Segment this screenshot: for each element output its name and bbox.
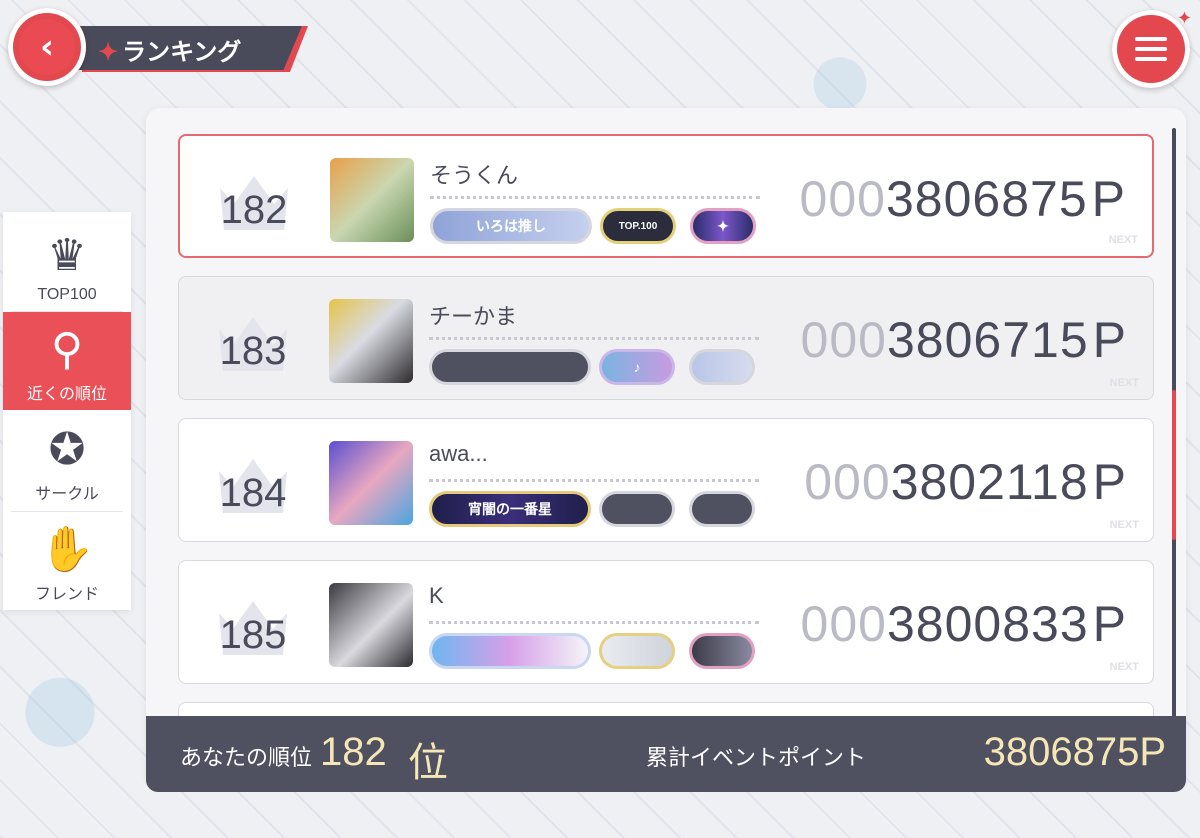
score: 0003802118P [804,454,1127,510]
next-watermark: NEXT [1109,519,1139,531]
next-watermark: NEXT [1109,377,1139,389]
star-badge: ✦ [690,208,756,244]
divider [429,479,759,482]
rank-number: 183 [219,329,287,373]
handshake-icon: ✋ [39,525,95,574]
character-badge [599,633,675,669]
rank-number: 185 [219,613,287,657]
sidebar-item-label: フレンド [34,586,99,603]
page-title-label: ランキング [122,39,242,66]
avatar[interactable] [330,158,414,242]
back-arrow-icon: ‹ [19,19,75,75]
ranking-row[interactable]: 183 チーかま ♪ 0003806715P NEXT [178,276,1154,400]
avatar[interactable] [329,299,413,383]
event-points-label: 累計イベントポイント [646,745,867,770]
next-watermark: NEXT [1108,234,1138,246]
divider [429,621,759,624]
rank-number: 184 [219,471,287,515]
sidebar-item-label: 近くの順位 [26,386,107,403]
ranking-row[interactable]: 182 そうくん いろは推し TOP.100 ✦ 0003806875P NEX… [178,134,1154,258]
sidebar-item-nearby[interactable]: ⚲ 近くの順位 [3,312,131,410]
my-rank-label: あなたの順位 [180,745,313,770]
list-menu-icon [1135,37,1167,61]
title-badge: いろは推し [430,208,592,244]
crown-icon: ♛ [47,231,87,280]
nearby-ranking-icon: ⚲ [50,325,84,374]
top100-badge: TOP.100 [600,208,676,244]
empty-badge [599,491,675,527]
next-watermark: NEXT [1109,661,1139,673]
avatar[interactable] [329,583,413,667]
player-name: awa... [429,441,488,466]
music-badge: ♪ [599,349,675,385]
character-badge [689,349,755,385]
rank-number: 182 [220,188,288,232]
back-button[interactable]: ‹ [8,8,86,86]
score: 0003800833P [800,596,1127,652]
badge-label: 宵闇の一番星 [468,501,552,517]
empty-badge [689,491,755,527]
title-star-icon: ✦ [98,39,119,66]
ranking-row[interactable]: 184 awa... 宵闇の一番星 0003802118P NEXT [178,418,1154,542]
menu-button[interactable]: ✦ [1112,8,1192,88]
sidebar-item-circle[interactable]: ✪ サークル [3,412,131,510]
sidebar: ♛ TOP100 ⚲ 近くの順位 ✪ サークル ✋ フレンド [3,212,131,610]
circle-emblem-icon: ✪ [48,425,86,474]
sidebar-item-label: TOP100 [37,286,97,303]
notification-star-icon: ✦ [1176,8,1192,29]
score: 0003806875P [799,171,1126,227]
character-badge [689,633,755,669]
player-name: そうくん [430,163,519,188]
ranking-row[interactable]: 185 K 0003800833P NEXT [178,560,1154,684]
scrollbar-thumb[interactable] [1172,390,1176,540]
player-name: チーかま [429,304,518,329]
divider [429,337,759,340]
score: 0003806715P [800,312,1127,368]
title-badge [429,633,591,669]
ranking-panel: 182 そうくん いろは推し TOP.100 ✦ 0003806875P NEX… [146,108,1186,784]
event-points-value: 3806875P [983,730,1166,774]
divider [430,196,760,199]
player-name: K [429,583,444,608]
page-title: ✦ ランキング [98,32,241,67]
my-rank-unit: 位 [408,741,448,785]
my-rank-value: 182 [320,730,387,774]
sidebar-item-label: サークル [35,486,99,503]
sidebar-item-friend[interactable]: ✋ フレンド [3,512,131,610]
title-badge: 宵闇の一番星 [429,491,591,527]
avatar[interactable] [329,441,413,525]
badge-label: TOP.100 [618,220,658,232]
sidebar-item-top100[interactable]: ♛ TOP100 [3,212,131,310]
my-rank-bar: あなたの順位 182 位 累計イベントポイント 3806875P [146,716,1186,792]
badge-label: いろは推し [476,218,546,234]
empty-badge [429,349,591,385]
